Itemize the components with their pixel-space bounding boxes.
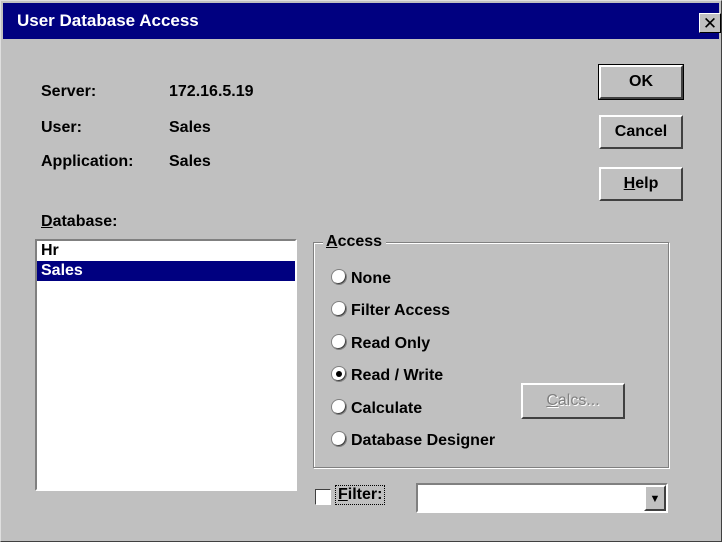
option-label: Calculate — [351, 400, 423, 417]
option-label: Read Only — [351, 335, 431, 352]
option-label: Database Designer — [351, 432, 496, 449]
option-label: Read / Write — [351, 367, 444, 384]
list-item[interactable]: Hr — [37, 241, 295, 261]
user-value: Sales — [169, 119, 211, 136]
help-button-label: Help — [623, 175, 659, 192]
dropdown-button[interactable]: ▼ — [644, 485, 666, 511]
cancel-button[interactable]: Cancel — [599, 115, 683, 149]
radio-unchecked-icon[interactable] — [331, 269, 347, 285]
access-option-read-only[interactable]: Read Only — [331, 334, 430, 354]
list-item-selected[interactable]: Sales — [37, 261, 295, 281]
radio-unchecked-icon[interactable] — [331, 399, 347, 415]
option-label: Filter Access — [351, 302, 451, 319]
database-listbox[interactable]: Hr Sales — [35, 239, 297, 491]
calcs-button[interactable]: Calcs... — [521, 383, 625, 419]
help-button[interactable]: Help — [599, 167, 683, 201]
application-label: Application: — [41, 153, 134, 170]
cancel-button-label: Cancel — [614, 123, 668, 140]
calcs-button-label: Calcs... — [546, 392, 600, 409]
user-label: User: — [41, 119, 82, 136]
radio-checked-icon[interactable] — [331, 366, 347, 382]
access-option-none[interactable]: None — [331, 269, 391, 289]
filter-combobox[interactable]: ▼ — [416, 483, 668, 513]
close-icon: ✕ — [702, 14, 718, 33]
database-label: Database: — [41, 213, 118, 230]
access-option-database-designer[interactable]: Database Designer — [331, 431, 495, 451]
filter-checkbox[interactable] — [315, 489, 331, 505]
access-group-title: Access — [323, 233, 387, 251]
access-option-filter-access[interactable]: Filter Access — [331, 301, 450, 321]
user-database-access-dialog: User Database Access ✕ Server: 172.16.5.… — [0, 0, 722, 542]
ok-button[interactable]: OK — [598, 64, 684, 100]
radio-unchecked-icon[interactable] — [331, 431, 347, 447]
filter-label[interactable]: Filter: — [335, 485, 386, 505]
ok-button-label: OK — [629, 73, 653, 90]
access-option-read-write[interactable]: Read / Write — [331, 366, 443, 386]
server-value: 172.16.5.19 — [169, 83, 254, 100]
radio-unchecked-icon[interactable] — [331, 301, 347, 317]
close-button[interactable]: ✕ — [699, 13, 721, 33]
access-option-calculate[interactable]: Calculate — [331, 399, 422, 419]
dialog-title: User Database Access — [17, 11, 199, 30]
title-bar[interactable]: User Database Access ✕ — [3, 3, 721, 39]
option-label: None — [351, 270, 391, 287]
application-value: Sales — [169, 153, 211, 170]
chevron-down-icon: ▼ — [649, 493, 661, 505]
radio-unchecked-icon[interactable] — [331, 334, 347, 350]
server-label: Server: — [41, 83, 97, 100]
